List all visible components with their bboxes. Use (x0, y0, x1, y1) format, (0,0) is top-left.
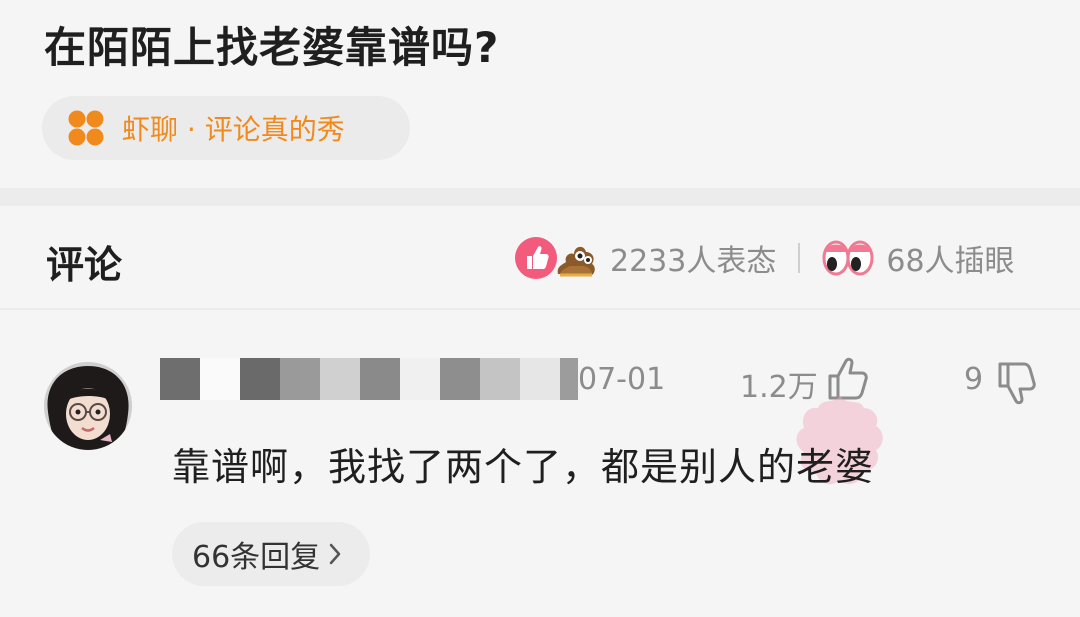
vertical-divider (798, 243, 801, 273)
mosaic-block (360, 358, 400, 400)
username-redacted[interactable] (160, 358, 578, 400)
poop-face-emoji-icon (557, 246, 595, 277)
eyes-emoji-icon (822, 240, 874, 276)
orange-clover-icon (68, 110, 104, 146)
mosaic-block (480, 358, 520, 400)
replies-label: 66条回复 (192, 540, 321, 575)
view-replies-button[interactable]: 66条回复 (172, 522, 370, 586)
comment-date: 07-01 (578, 362, 666, 397)
topic-label: 虾聊 · 评论真的秀 (122, 113, 345, 146)
mosaic-block (560, 358, 578, 400)
section-separator (0, 188, 1080, 206)
reaction-summary[interactable]: 2233人表态 68人插眼 (514, 232, 1015, 284)
post-page: 在陌陌上找老婆靠谱吗? 虾聊 · 评论真的秀 评论 2233人表态 68人插眼 … (0, 0, 1080, 617)
like-count: 1.2万 (740, 370, 818, 405)
mosaic-block (320, 358, 360, 400)
thumbs-up-icon[interactable] (826, 356, 870, 402)
chevron-right-icon (329, 543, 341, 565)
mosaic-block (240, 358, 280, 400)
topic-chip[interactable]: 虾聊 · 评论真的秀 (42, 96, 410, 160)
comment-text[interactable]: 靠谱啊，我找了两个了，都是别人的老婆 (172, 436, 874, 491)
reaction-count: 2233人表态 (610, 244, 777, 279)
thumbs-down-icon[interactable] (996, 360, 1038, 406)
thumbs-up-emoji-icon (515, 237, 557, 279)
comments-heading: 评论 (46, 243, 123, 287)
mosaic-block (200, 358, 240, 400)
mosaic-block (520, 358, 560, 400)
question-title[interactable]: 在陌陌上找老婆靠谱吗? (44, 14, 499, 75)
divider-line (0, 308, 1080, 310)
side-eye-count: 68人插眼 (886, 244, 1015, 279)
mosaic-block (280, 358, 320, 400)
mosaic-block (440, 358, 480, 400)
avatar[interactable] (44, 362, 132, 450)
avatar-image (44, 362, 132, 450)
dislike-count: 9 (964, 362, 984, 397)
mosaic-block (160, 358, 200, 400)
mosaic-block (400, 358, 440, 400)
